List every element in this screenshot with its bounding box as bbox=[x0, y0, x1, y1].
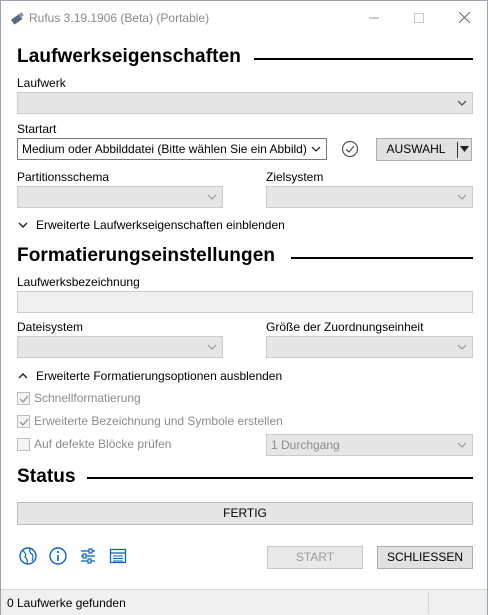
title-bar[interactable]: Rufus 3.19.1906 (Beta) (Portable) bbox=[1, 1, 487, 34]
chevron-up-icon bbox=[18, 373, 28, 379]
boot-selection-value: Medium oder Abbilddatei (Bitte wählen Si… bbox=[22, 142, 307, 156]
checkmark-icon bbox=[19, 395, 29, 403]
advanced-format-toggle-label: Erweiterte Formatierungsoptionen ausblen… bbox=[36, 369, 283, 383]
checkbox-box bbox=[17, 414, 30, 428]
passes-dropdown[interactable]: 1 Durchgang bbox=[266, 434, 473, 456]
maximize-button[interactable] bbox=[396, 1, 442, 34]
select-image-label: AUSWAHL bbox=[386, 142, 446, 156]
split-divider bbox=[457, 142, 458, 158]
partition-scheme-label: Partitionsschema bbox=[17, 170, 110, 184]
bad-blocks-checkbox[interactable]: Auf defekte Blöcke prüfen bbox=[17, 437, 171, 451]
advanced-drive-toggle[interactable]: Erweiterte Laufwerkseigenschaften einble… bbox=[18, 218, 285, 232]
file-system-label: Dateisystem bbox=[17, 320, 84, 334]
checkbox-box bbox=[17, 437, 30, 451]
dropdown-arrow-icon[interactable] bbox=[460, 146, 469, 153]
volume-label-input[interactable] bbox=[17, 291, 473, 313]
close-icon bbox=[458, 12, 470, 23]
status-bar: 0 Laufwerke gefunden bbox=[1, 589, 487, 615]
boot-selection-label: Startart bbox=[17, 122, 57, 136]
close-button[interactable]: SCHLIESSEN bbox=[377, 546, 473, 569]
cluster-size-label: Größe der Zuordnungseinheit bbox=[266, 320, 424, 334]
volume-label-label: Laufwerksbezeichnung bbox=[17, 275, 140, 289]
progress-bar: FERTIG bbox=[17, 502, 473, 525]
usb-drive-icon bbox=[11, 12, 24, 25]
status-heading: Status bbox=[17, 466, 76, 487]
format-options-heading: Formatierungseinstellungen bbox=[17, 245, 276, 266]
rufus-window: Rufus 3.19.1906 (Beta) (Portable) Laufwe… bbox=[0, 0, 488, 615]
progress-status-text: FERTIG bbox=[223, 506, 267, 520]
status-message: 0 Laufwerke gefunden bbox=[7, 596, 126, 610]
file-system-dropdown[interactable] bbox=[17, 336, 223, 358]
chevron-down-icon bbox=[311, 146, 321, 152]
section-divider bbox=[87, 477, 473, 479]
chevron-down-icon bbox=[457, 344, 467, 350]
maximize-icon bbox=[414, 12, 424, 23]
target-system-dropdown[interactable] bbox=[266, 186, 473, 208]
device-dropdown[interactable] bbox=[17, 92, 473, 114]
device-label: Laufwerk bbox=[17, 76, 66, 90]
advanced-drive-toggle-label: Erweiterte Laufwerkseigenschaften einble… bbox=[36, 218, 285, 232]
chevron-down-icon bbox=[457, 442, 467, 448]
globe-icon[interactable] bbox=[18, 546, 38, 566]
start-button[interactable]: START bbox=[267, 546, 363, 569]
advanced-format-toggle[interactable]: Erweiterte Formatierungsoptionen ausblen… bbox=[18, 369, 282, 383]
quick-format-checkbox[interactable]: Schnellformatierung bbox=[17, 391, 141, 405]
extended-label-text: Erweiterte Bezeichnung und Symbole erste… bbox=[34, 414, 283, 428]
close-window-button[interactable] bbox=[441, 1, 487, 34]
section-divider bbox=[291, 257, 473, 259]
select-image-button[interactable]: AUSWAHL bbox=[376, 138, 472, 161]
chevron-down-icon bbox=[207, 194, 217, 200]
check-hash-icon[interactable] bbox=[341, 140, 359, 158]
bad-blocks-label: Auf defekte Blöcke prüfen bbox=[34, 437, 172, 451]
log-icon[interactable] bbox=[108, 546, 128, 566]
info-icon[interactable] bbox=[48, 546, 68, 566]
partition-scheme-dropdown[interactable] bbox=[17, 186, 223, 208]
chevron-down-icon bbox=[207, 344, 217, 350]
settings-sliders-icon[interactable] bbox=[78, 546, 98, 566]
chevron-down-icon bbox=[18, 222, 28, 228]
section-divider bbox=[254, 58, 473, 60]
boot-selection-dropdown[interactable]: Medium oder Abbilddatei (Bitte wählen Si… bbox=[17, 138, 327, 160]
status-cell bbox=[428, 592, 429, 614]
chevron-down-icon bbox=[457, 194, 467, 200]
minimize-icon bbox=[369, 17, 379, 18]
passes-value: 1 Durchgang bbox=[271, 438, 340, 452]
chevron-down-icon bbox=[457, 100, 467, 106]
checkmark-icon bbox=[19, 418, 29, 426]
quick-format-label: Schnellformatierung bbox=[34, 391, 141, 405]
target-system-label: Zielsystem bbox=[266, 170, 324, 184]
drive-properties-heading: Laufwerkseigenschaften bbox=[17, 46, 241, 67]
window-title: Rufus 3.19.1906 (Beta) (Portable) bbox=[29, 11, 210, 25]
checkbox-box bbox=[17, 391, 30, 405]
cluster-size-dropdown[interactable] bbox=[266, 336, 473, 358]
extended-label-checkbox[interactable]: Erweiterte Bezeichnung und Symbole erste… bbox=[17, 414, 283, 428]
minimize-button[interactable] bbox=[351, 1, 397, 34]
